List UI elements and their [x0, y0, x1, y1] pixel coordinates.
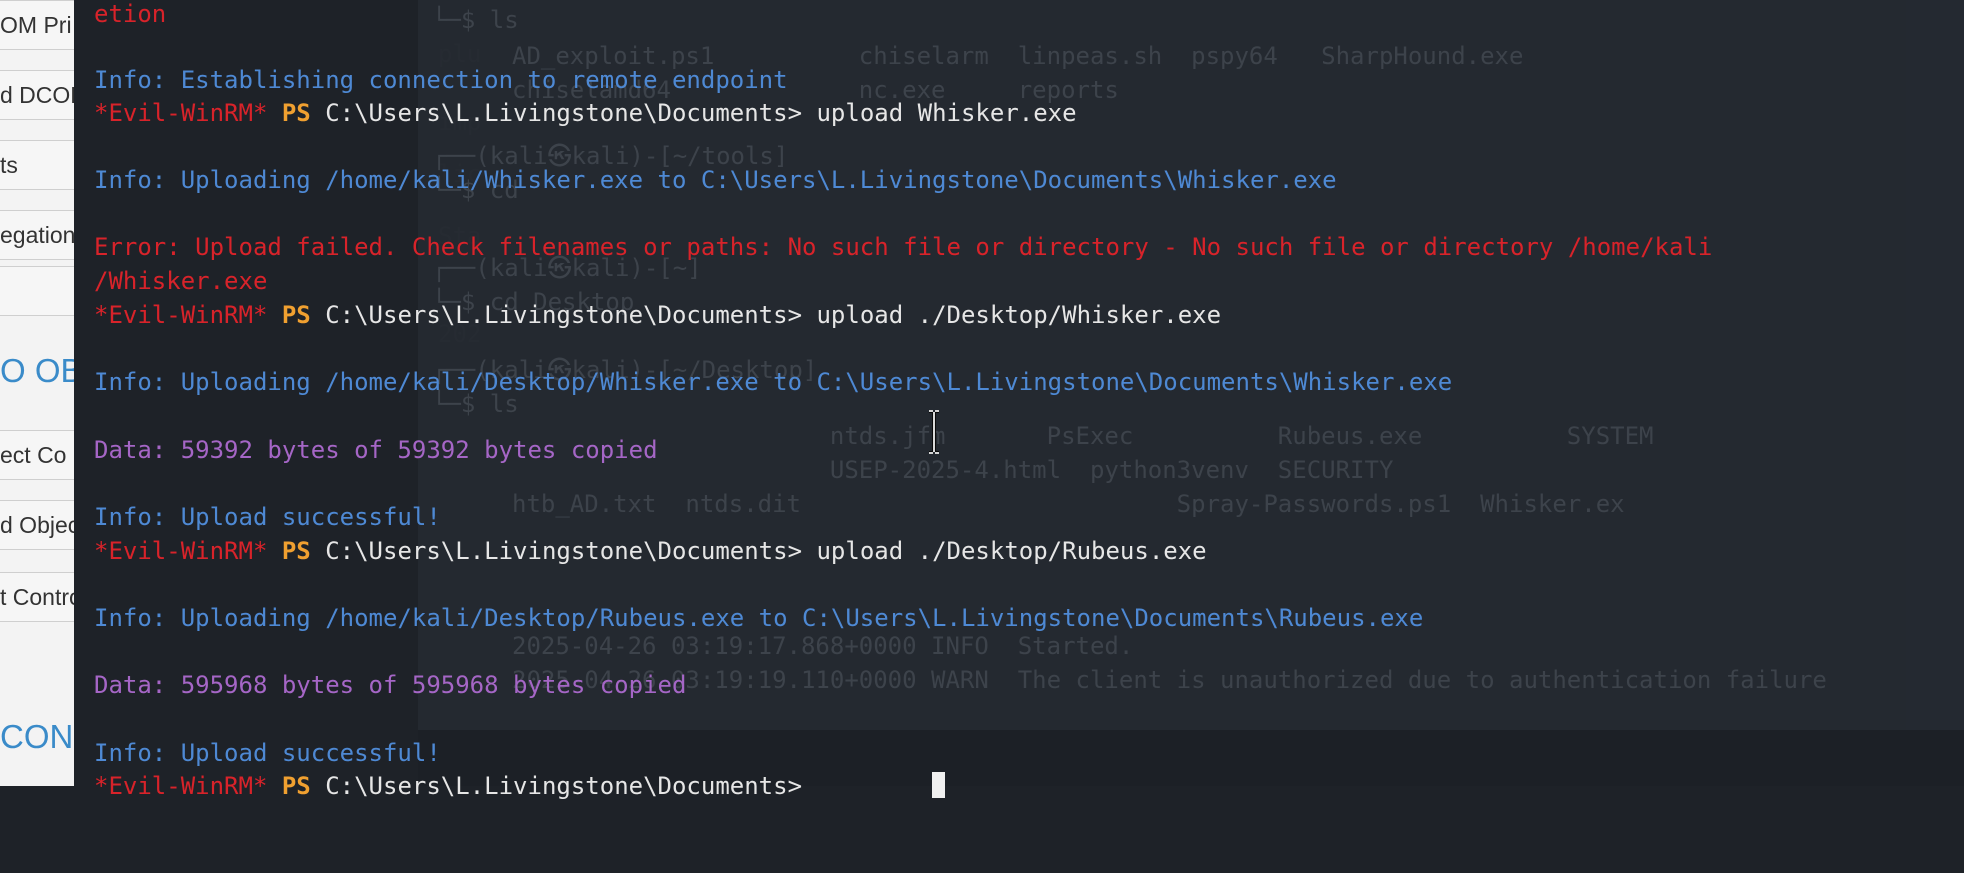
left-nav-item[interactable]: t Contro	[0, 572, 74, 622]
left-nav-item[interactable]: d DCOM	[0, 70, 74, 120]
command-text: upload ./Desktop/Whisker.exe	[816, 301, 1222, 329]
left-nav-item[interactable]: ts	[0, 140, 74, 190]
info-line: Info: Uploading /home/kali/Whisker.exe t…	[94, 166, 1337, 194]
prompt-name: *Evil-WinRM*	[94, 99, 268, 127]
error-line: /Whisker.exe	[94, 267, 268, 295]
ps-label: PS	[281, 537, 311, 565]
data-line: Data: 59392 bytes of 59392 bytes copied	[94, 436, 658, 464]
prompt-line: *Evil-WinRM* PS C:\Users\L.Livingstone\D…	[94, 97, 1077, 131]
prompt-line: *Evil-WinRM* PS C:\Users\L.Livingstone\D…	[94, 535, 1207, 569]
info-line: Info: Uploading /home/kali/Desktop/Rubeu…	[94, 604, 1424, 632]
prompt-path: C:\Users\L.Livingstone\Documents>	[325, 301, 803, 329]
left-section-heading: CONT	[0, 718, 74, 755]
error-line: Error: Upload failed. Check filenames or…	[94, 233, 1713, 261]
left-nav-item-label: egation	[0, 222, 74, 248]
left-nav-item[interactable]: OM Pri	[0, 0, 74, 50]
terminal-line: etion	[94, 0, 167, 28]
prompt-path: C:\Users\L.Livingstone\Documents>	[325, 537, 803, 565]
ps-label: PS	[281, 99, 311, 127]
prompt-line: *Evil-WinRM* PS C:\Users\L.Livingstone\D…	[94, 299, 1221, 333]
info-line: Info: Uploading /home/kali/Desktop/Whisk…	[94, 368, 1453, 396]
left-nav-item[interactable]: d Objec	[0, 500, 74, 550]
left-nav-item-label: ect Co	[0, 442, 67, 468]
ps-label: PS	[281, 301, 311, 329]
prompt-name: *Evil-WinRM*	[94, 772, 268, 800]
prompt-path: C:\Users\L.Livingstone\Documents>	[325, 772, 803, 800]
command-text: upload ./Desktop/Rubeus.exe	[816, 537, 1207, 565]
info-line: Info: Upload successful!	[94, 739, 441, 767]
block-cursor-icon	[932, 772, 945, 798]
left-nav-item[interactable]	[0, 266, 74, 316]
prompt-name: *Evil-WinRM*	[94, 537, 268, 565]
left-nav-item-label: t Contro	[0, 584, 74, 610]
left-nav-item-label: d DCOM	[0, 82, 74, 108]
info-line: Info: Upload successful!	[94, 503, 441, 531]
left-nav-item-label: OM Pri	[0, 12, 72, 38]
left-nav-item-label: d Objec	[0, 512, 74, 538]
ps-label: PS	[281, 772, 311, 800]
info-line: Info: Establishing connection to remote …	[94, 66, 788, 94]
evil-winrm-terminal[interactable]: etion Info: Establishing connection to r…	[94, 0, 1964, 800]
background-web-page: OM Pri d DCOM ts egation O OB ect Co d O…	[0, 0, 74, 786]
left-nav-item-label: ts	[0, 152, 18, 178]
prompt-name: *Evil-WinRM*	[94, 301, 268, 329]
i-beam-cursor-icon	[929, 410, 939, 454]
left-nav-item[interactable]: ect Co	[0, 430, 74, 480]
data-line: Data: 595968 bytes of 595968 bytes copie…	[94, 671, 687, 699]
prompt-line: *Evil-WinRM* PS C:\Users\L.Livingstone\D…	[94, 770, 816, 804]
prompt-path: C:\Users\L.Livingstone\Documents>	[325, 99, 803, 127]
left-nav-item[interactable]: egation	[0, 210, 74, 260]
command-text: upload Whisker.exe	[816, 99, 1077, 127]
left-section-heading: O OB	[0, 352, 74, 389]
